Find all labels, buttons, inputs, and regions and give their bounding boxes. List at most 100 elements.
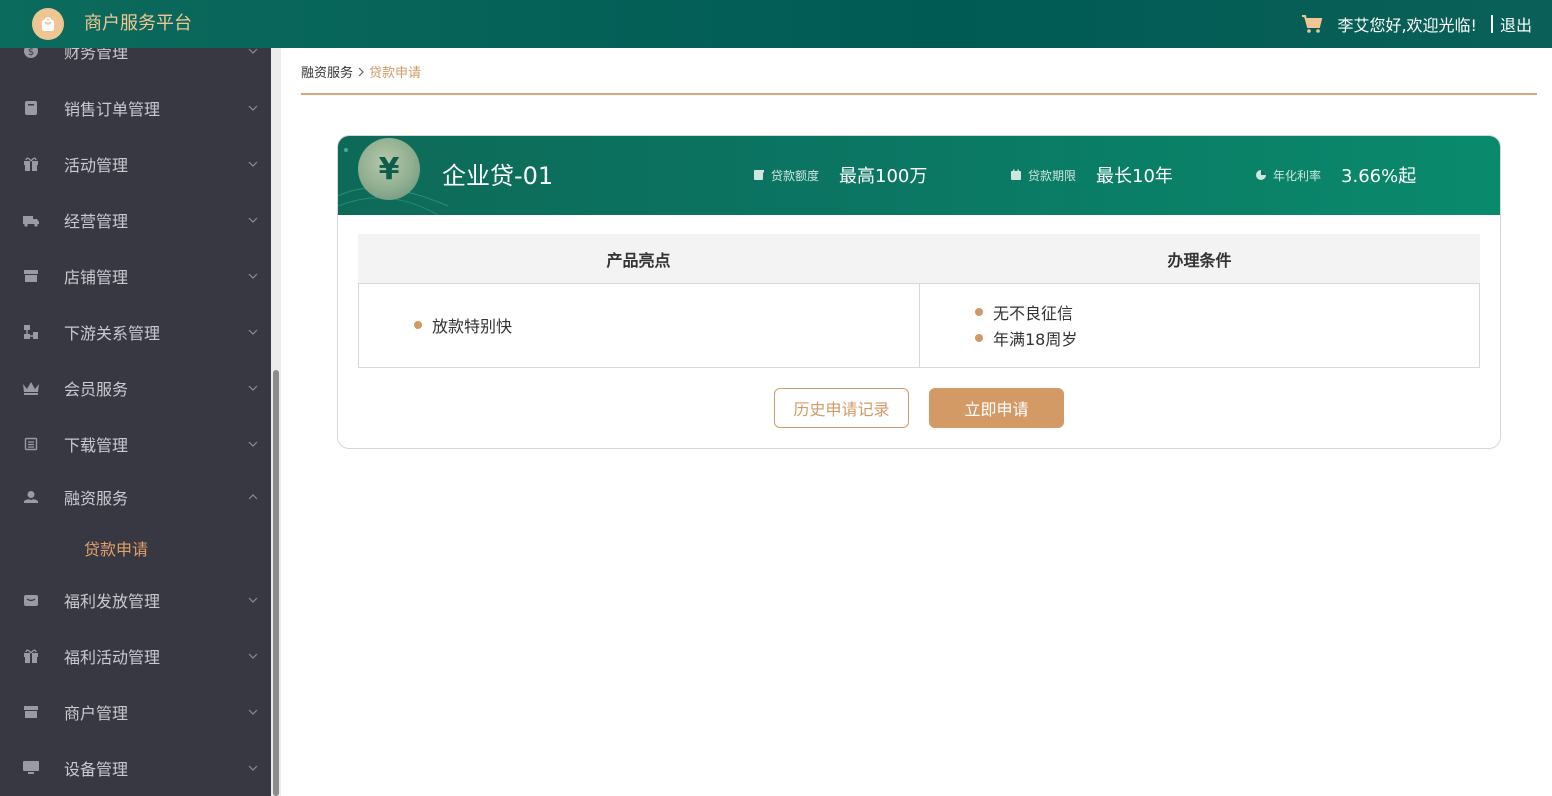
sidebar-scrollbar-thumb[interactable] — [273, 370, 279, 796]
sidebar-subitem-label: 贷款申请 — [84, 540, 149, 559]
stat-value: 最高100万 — [839, 166, 928, 187]
chevron-up-icon — [248, 494, 258, 500]
sidebar-item-label: 会员服务 — [64, 380, 129, 399]
history-records-button[interactable]: 历史申请记录 — [774, 388, 909, 428]
breadcrumb-parent[interactable]: 融资服务 — [301, 62, 353, 81]
chevron-down-icon — [248, 709, 258, 715]
list-icon — [22, 435, 40, 453]
highlights-cell: 放款特别快 — [358, 283, 920, 368]
chevron-down-icon — [248, 217, 258, 223]
sidebar-item-label: 下载管理 — [64, 436, 129, 455]
sidebar-item-benefit-distribution[interactable]: 福利发放管理 — [0, 578, 271, 622]
sidebar-item-sales-orders[interactable]: 销售订单管理 — [0, 86, 271, 130]
chevron-down-icon — [248, 653, 258, 659]
sidebar-item-finance[interactable]: $ 财务管理 — [0, 48, 271, 73]
document-icon — [754, 170, 764, 180]
sidebar: $ 财务管理 销售订单管理 活动管理 经营管理 店铺管理 下游关系管理 会员服务… — [0, 48, 281, 796]
bullet-dot — [414, 321, 422, 329]
sidebar-item-devices[interactable]: 设备管理 — [0, 746, 271, 790]
truck-icon — [22, 211, 40, 229]
condition-text: 年满18周岁 — [993, 330, 1078, 349]
store-icon — [22, 703, 40, 721]
sidebar-item-label: 销售订单管理 — [64, 100, 161, 119]
sidebar-item-label: 设备管理 — [64, 760, 129, 779]
stat-label: 贷款期限 — [1028, 168, 1077, 183]
stat-value: 最长10年 — [1096, 166, 1173, 187]
stat-loan-amount: 贷款额度 最高100万 — [753, 163, 927, 187]
finance-hand-icon — [22, 488, 40, 506]
stat-loan-term: 贷款期限 最长10年 — [1010, 163, 1173, 187]
chevron-down-icon — [248, 48, 258, 54]
yen-coin-icon: ¥ — [358, 138, 420, 200]
stat-label: 贷款额度 — [771, 168, 820, 183]
hierarchy-icon — [22, 323, 40, 341]
sidebar-item-label: 福利发放管理 — [64, 592, 161, 611]
list-item: 放款特别快 — [414, 312, 512, 338]
highlight-text: 放款特别快 — [432, 317, 513, 336]
sidebar-item-benefit-activities[interactable]: 福利活动管理 — [0, 634, 271, 678]
header-divider — [1490, 15, 1493, 33]
breadcrumb-divider — [301, 93, 1537, 95]
brand-title: 商户服务平台 — [84, 13, 192, 34]
gift-icon — [22, 155, 40, 173]
header-highlights: 产品亮点 — [606, 250, 671, 270]
gift-icon — [22, 647, 40, 665]
sidebar-item-merchants[interactable]: 商户管理 — [0, 690, 271, 734]
table-header-row: 产品亮点 办理条件 — [358, 234, 1480, 283]
pie-icon — [1256, 170, 1266, 180]
cart-icon[interactable] — [1301, 13, 1323, 35]
stat-label: 年化利率 — [1273, 168, 1322, 183]
sidebar-item-operations[interactable]: 经营管理 — [0, 198, 271, 242]
sidebar-item-membership[interactable]: 会员服务 — [0, 366, 271, 410]
logout-link[interactable]: 退出 — [1500, 12, 1532, 36]
breadcrumb: 融资服务 贷款申请 — [301, 62, 421, 81]
sidebar-item-activities[interactable]: 活动管理 — [0, 142, 271, 186]
bullet-dot — [975, 308, 983, 316]
sidebar-item-label: 融资服务 — [64, 489, 129, 508]
monitor-icon — [22, 759, 40, 777]
crown-icon — [22, 379, 40, 397]
svg-text:$: $ — [28, 48, 34, 58]
loan-product-card: ¥ 企业贷-01 贷款额度 最高100万 贷款期限 最长10年 年化利率 3.6… — [337, 135, 1501, 449]
store-icon — [22, 267, 40, 285]
stat-annual-rate: 年化利率 3.66%起 — [1255, 163, 1416, 187]
user-greeting: 李艾您好,欢迎光临! — [1337, 16, 1477, 35]
bag-logo-icon — [32, 8, 64, 40]
highlights-list: 放款特别快 — [414, 312, 512, 338]
condition-text: 无不良征信 — [993, 304, 1074, 323]
chevron-down-icon — [248, 329, 258, 335]
chevron-down-icon — [248, 441, 258, 447]
sidebar-item-label: 活动管理 — [64, 156, 129, 175]
sidebar-item-label: 店铺管理 — [64, 268, 129, 287]
chevron-down-icon — [248, 273, 258, 279]
chevron-down-icon — [248, 597, 258, 603]
sidebar-item-store[interactable]: 店铺管理 — [0, 254, 271, 298]
sidebar-item-financing[interactable]: 融资服务 — [0, 475, 271, 519]
list-item: 无不良征信 — [975, 299, 1077, 325]
chevron-down-icon — [248, 385, 258, 391]
sidebar-item-downloads[interactable]: 下载管理 — [0, 422, 271, 466]
order-icon — [22, 99, 40, 117]
sidebar-item-label: 财务管理 — [64, 48, 129, 62]
header-conditions: 办理条件 — [1167, 250, 1232, 270]
sidebar-item-label: 下游关系管理 — [64, 324, 161, 343]
product-name: 企业贷-01 — [442, 162, 554, 190]
chevron-down-icon — [248, 161, 258, 167]
dollar-icon: $ — [22, 48, 40, 60]
calendar-icon — [1011, 169, 1021, 180]
apply-now-button[interactable]: 立即申请 — [929, 388, 1064, 428]
chevron-down-icon — [248, 765, 258, 771]
chevron-right-icon — [358, 67, 364, 76]
sidebar-item-downstream[interactable]: 下游关系管理 — [0, 310, 271, 354]
stat-value: 3.66%起 — [1341, 166, 1417, 187]
wallet-icon — [22, 591, 40, 609]
conditions-list: 无不良征信 年满18周岁 — [975, 299, 1077, 351]
card-header: ¥ 企业贷-01 贷款额度 最高100万 贷款期限 最长10年 年化利率 3.6… — [338, 136, 1500, 215]
chevron-down-icon — [248, 105, 258, 111]
sidebar-subitem-loan-application[interactable]: 贷款申请 — [0, 527, 271, 567]
conditions-cell: 无不良征信 年满18周岁 — [919, 283, 1480, 368]
list-item: 年满18周岁 — [975, 325, 1077, 351]
top-header: 商户服务平台 李艾您好,欢迎光临! 退出 — [0, 0, 1552, 48]
sidebar-item-label: 经营管理 — [64, 212, 129, 231]
sidebar-item-label: 商户管理 — [64, 704, 129, 723]
